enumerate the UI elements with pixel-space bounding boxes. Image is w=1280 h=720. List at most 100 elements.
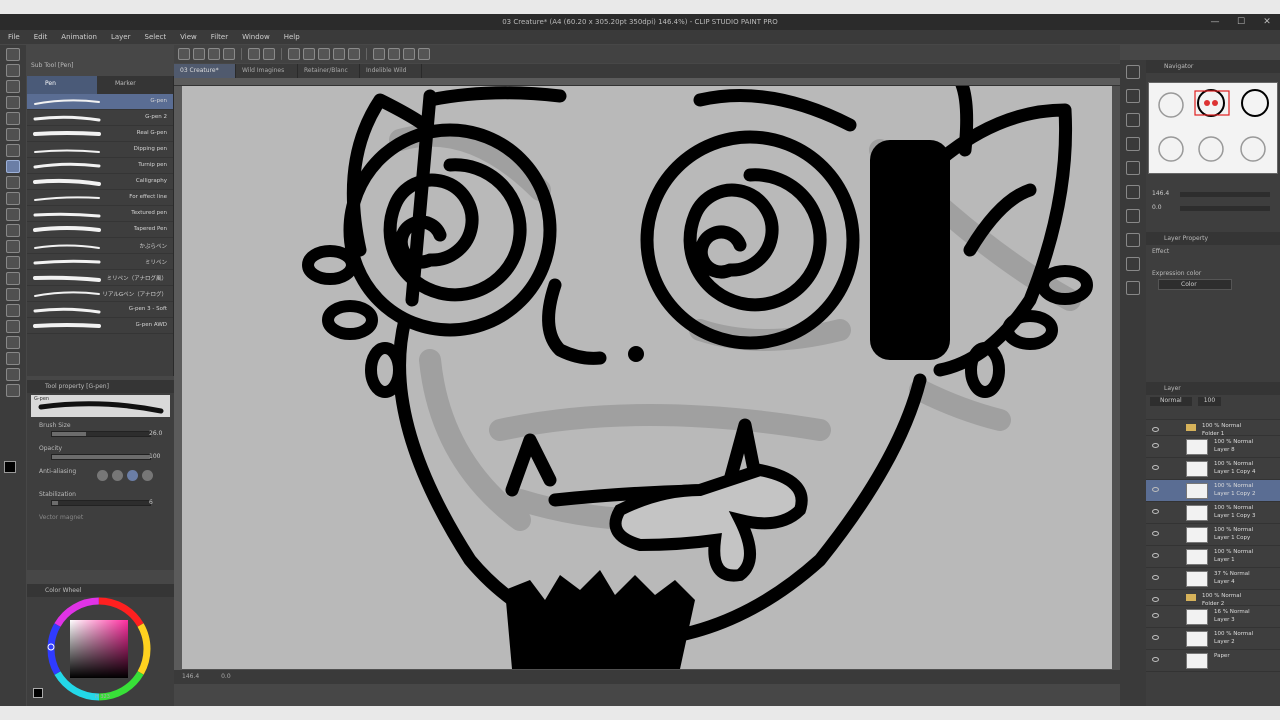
maximize-button[interactable]: ☐ — [1228, 14, 1254, 30]
tab-document-4[interactable]: Indelible Wild — [360, 64, 422, 78]
expression-color-select[interactable]: Color — [1158, 279, 1232, 290]
canvas-angle-readout[interactable]: 0.0 — [221, 673, 231, 680]
menu-file[interactable]: File — [8, 33, 20, 41]
snap-ruler-icon[interactable] — [373, 48, 385, 60]
menu-view[interactable]: View — [180, 33, 197, 41]
navigator-angle[interactable]: 0.0 — [1152, 204, 1162, 211]
brush-item[interactable]: Tapered Pen — [27, 222, 173, 238]
fill-icon[interactable] — [318, 48, 330, 60]
open-file-icon[interactable] — [193, 48, 205, 60]
fill-tool-icon[interactable] — [6, 272, 20, 285]
timeline-icon[interactable] — [1126, 257, 1140, 271]
eye-icon[interactable] — [1152, 487, 1159, 492]
eye-icon[interactable] — [1152, 553, 1159, 558]
menu-help[interactable]: Help — [284, 33, 300, 41]
brush-item[interactable]: G-pen 3 - Soft — [27, 302, 173, 318]
export-icon[interactable] — [223, 48, 235, 60]
stabilization-slider[interactable] — [51, 500, 151, 506]
opacity-slider[interactable] — [51, 454, 151, 460]
brush-item[interactable]: Textured pen — [27, 206, 173, 222]
eye-icon[interactable] — [1152, 597, 1159, 602]
page-manager-icon[interactable] — [1126, 281, 1140, 295]
brush-item[interactable]: Turnip pen — [27, 158, 173, 174]
settings-icon[interactable] — [418, 48, 430, 60]
animation-icon[interactable] — [1126, 233, 1140, 247]
layer-row[interactable]: 37 % Normal Layer 4 — [1146, 568, 1280, 590]
brush-size-row[interactable]: Brush Size 26.0 — [27, 419, 174, 442]
menu-animation[interactable]: Animation — [61, 33, 97, 41]
brush-item[interactable]: Dipping pen — [27, 142, 173, 158]
layer-row[interactable]: 100 % Normal Layer 1 Copy 3 — [1146, 502, 1280, 524]
aa-none-option[interactable] — [97, 470, 108, 481]
decoration-tool-icon[interactable] — [6, 224, 20, 237]
layer-row[interactable]: 100 % Normal Layer 8 — [1146, 436, 1280, 458]
pencil-tool-icon[interactable] — [6, 176, 20, 189]
navigator-icon[interactable] — [1126, 65, 1140, 79]
figure-tool-icon[interactable] — [6, 304, 20, 317]
auto-action-icon[interactable] — [1126, 185, 1140, 199]
brush-item[interactable]: Real G-pen — [27, 126, 173, 142]
tab-document-3[interactable]: Retainer/Blanc — [298, 64, 360, 78]
new-file-icon[interactable] — [178, 48, 190, 60]
opacity-value[interactable]: 100 — [149, 453, 160, 460]
blend-tool-icon[interactable] — [6, 256, 20, 269]
airbrush-tool-icon[interactable] — [6, 208, 20, 221]
balloon-tool-icon[interactable] — [6, 368, 20, 381]
aa-medium-option[interactable] — [127, 470, 138, 481]
menu-select[interactable]: Select — [145, 33, 167, 41]
eyedropper-icon[interactable] — [6, 144, 20, 157]
drawing-canvas[interactable] — [182, 86, 1112, 669]
navigator-angle-slider[interactable] — [1180, 206, 1270, 211]
brush-item[interactable]: かぶらペン — [27, 238, 173, 254]
frame-tool-icon[interactable] — [6, 320, 20, 333]
pen-tool-icon[interactable] — [6, 160, 20, 173]
layer-row[interactable]: 100 % Normal Layer 1 Copy 4 — [1146, 458, 1280, 480]
brush-item[interactable]: G-pen — [27, 94, 173, 110]
layer-folder-row[interactable]: 100 % Normal Folder 1 — [1146, 420, 1280, 437]
layer-row[interactable]: 100 % Normal Layer 1 Copy 2 — [1146, 480, 1280, 502]
undo-icon[interactable] — [248, 48, 260, 60]
eye-icon[interactable] — [1152, 657, 1159, 662]
stabilization-value[interactable]: 6 — [149, 499, 153, 506]
layer-row[interactable]: 16 % Normal Layer 3 — [1146, 606, 1280, 628]
info-icon[interactable] — [1126, 113, 1140, 127]
eraser-tool-icon[interactable] — [6, 240, 20, 253]
sub-view-icon[interactable] — [1126, 89, 1140, 103]
brush-item[interactable]: For effect line — [27, 190, 173, 206]
brush-item[interactable]: G-pen AWD — [27, 318, 173, 334]
eye-icon[interactable] — [1152, 531, 1159, 536]
layer-row[interactable]: 100 % Normal Layer 1 — [1146, 546, 1280, 568]
eye-icon[interactable] — [1152, 613, 1159, 618]
brush-item[interactable]: ミリペン — [27, 254, 173, 270]
opacity-row[interactable]: Opacity 100 — [27, 442, 174, 465]
eye-icon[interactable] — [1152, 509, 1159, 514]
eye-icon[interactable] — [1152, 465, 1159, 470]
auto-select-icon[interactable] — [6, 128, 20, 141]
vector-magnet-row[interactable]: Vector magnet — [27, 511, 174, 534]
blend-mode-select[interactable]: Normal — [1150, 397, 1192, 406]
zoom-tool-icon[interactable] — [6, 48, 20, 61]
menu-filter[interactable]: Filter — [211, 33, 228, 41]
ruler-tool-icon[interactable] — [6, 336, 20, 349]
snap-special-icon[interactable] — [403, 48, 415, 60]
brush-item[interactable]: Calligraphy — [27, 174, 173, 190]
navigator-zoom[interactable]: 146.4 — [1152, 190, 1169, 197]
brush-item[interactable]: リアルGペン（アナログ） — [27, 286, 173, 302]
selection-icon[interactable] — [6, 112, 20, 125]
brush-item[interactable]: ミリペン（アナログ風） — [27, 270, 173, 286]
correct-line-tool-icon[interactable] — [6, 384, 20, 397]
tab-marker[interactable]: Marker — [97, 76, 167, 94]
menu-layer[interactable]: Layer — [111, 33, 131, 41]
aa-weak-option[interactable] — [112, 470, 123, 481]
layer-folder-row[interactable]: 100 % Normal Folder 2 — [1146, 590, 1280, 607]
brush-item[interactable]: G-pen 2 — [27, 110, 173, 126]
menu-edit[interactable]: Edit — [34, 33, 48, 41]
layer-row[interactable]: 100 % Normal Layer 2 — [1146, 628, 1280, 650]
layer-search-icon[interactable] — [1126, 209, 1140, 223]
brush-size-slider[interactable] — [51, 431, 151, 437]
eye-icon[interactable] — [1152, 427, 1159, 432]
color-main-chip[interactable] — [33, 688, 43, 698]
redo-icon[interactable] — [263, 48, 275, 60]
history-icon[interactable] — [1126, 161, 1140, 175]
deselect-icon[interactable] — [348, 48, 360, 60]
